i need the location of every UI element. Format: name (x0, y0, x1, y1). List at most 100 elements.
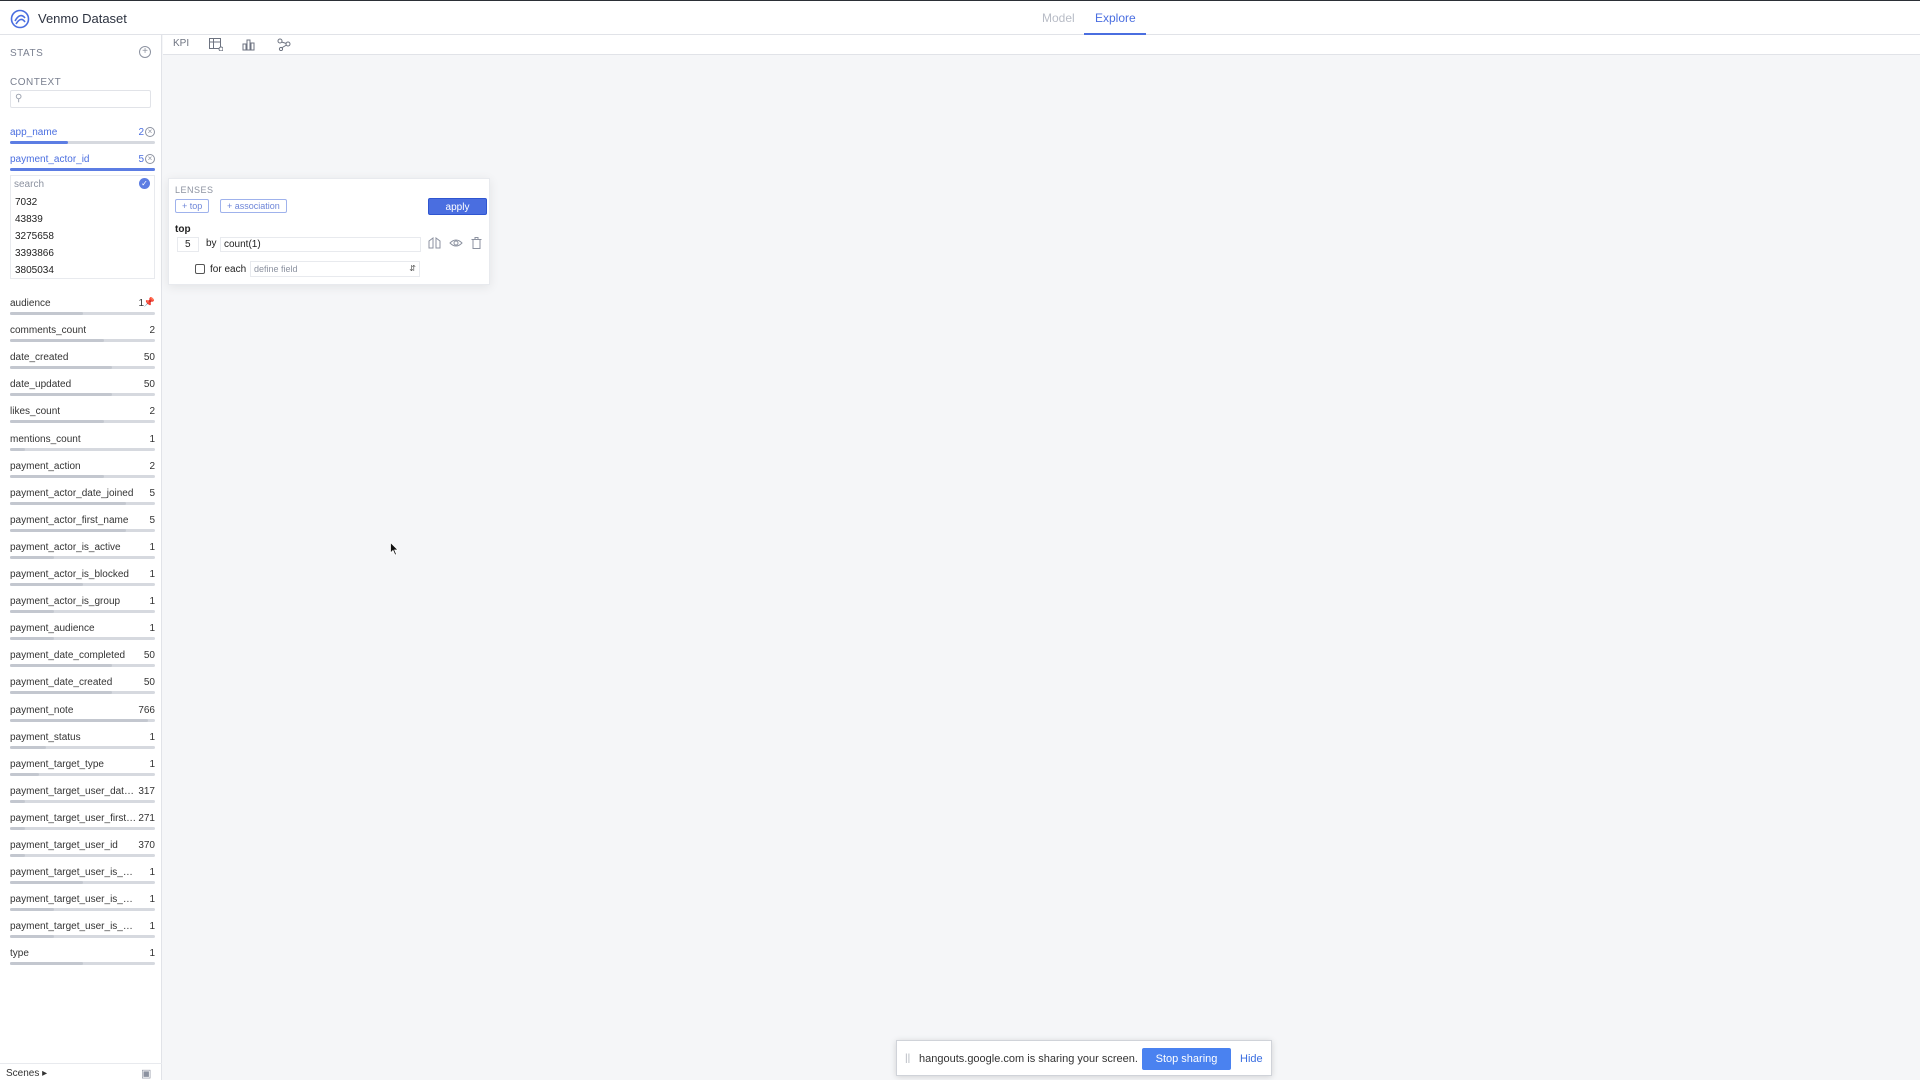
field-row[interactable]: payment_note 766 (10, 705, 155, 727)
field-distribution-fill (10, 691, 112, 695)
app-logo-icon[interactable] (10, 9, 30, 29)
screen-share-bar: || hangouts.google.com is sharing your s… (896, 1040, 1272, 1076)
for-each-checkbox[interactable] (195, 264, 205, 274)
field-row[interactable]: payment_target_user_is_block... 1 (10, 894, 155, 916)
field-row[interactable]: likes_count 2 (10, 406, 155, 428)
kpi-icon[interactable]: KPI (173, 38, 189, 49)
field-count: 5 (149, 514, 155, 526)
trash-icon[interactable] (471, 237, 482, 249)
field-distribution-fill (10, 664, 112, 668)
field-row[interactable]: payment_audience 1 (10, 623, 155, 645)
apply-button[interactable]: apply (428, 198, 487, 215)
field-row[interactable]: payment_actor_is_blocked 1 (10, 569, 155, 591)
field-distribution-fill (10, 637, 54, 641)
field-row[interactable]: payment_target_user_id 370 (10, 840, 155, 862)
field-row[interactable]: payment_actor_date_joined 5 (10, 488, 155, 510)
top-count-input[interactable]: 5 (177, 237, 199, 252)
share-message: hangouts.google.com is sharing your scre… (919, 1053, 1138, 1065)
field-row[interactable]: payment_target_user_date_... 317 (10, 786, 155, 808)
visibility-icon[interactable] (449, 237, 463, 249)
context-field-row[interactable]: payment_actor_id 5 × (10, 154, 155, 176)
field-name: payment_target_user_id (10, 840, 118, 851)
field-count: 1 (149, 867, 155, 879)
field-distribution-fill (10, 881, 83, 885)
field-row[interactable]: payment_actor_is_group 1 (10, 596, 155, 618)
scenes-toggle[interactable]: Scenes ▸ (6, 1068, 47, 1079)
field-row[interactable]: payment_action 2 (10, 461, 155, 483)
field-row[interactable]: comments_count 2 (10, 325, 155, 347)
field-distribution-bar (10, 501, 155, 505)
field-values-panel: search ✓ 7032 43839 3275658 3393866 3805034 (10, 175, 155, 279)
field-distribution-fill (10, 935, 54, 939)
field-row[interactable]: payment_target_user_first_... 271 (10, 813, 155, 835)
drag-handle-icon[interactable]: || (905, 1053, 910, 1064)
pin-icon[interactable]: 📌 (144, 297, 155, 308)
field-value-item[interactable]: 3275658 (15, 231, 54, 242)
field-row[interactable]: payment_target_user_is_group 1 (10, 921, 155, 943)
context-search-input[interactable]: ⚲ (10, 90, 151, 108)
field-name: date_updated (10, 379, 72, 391)
field-count: 1 (149, 948, 155, 960)
camera-icon[interactable]: ▣ (141, 1067, 151, 1080)
field-distribution-fill (10, 718, 148, 722)
add-association-lens-button[interactable]: + association (220, 199, 287, 213)
flip-icon[interactable] (428, 237, 441, 249)
hide-button[interactable]: Hide (1240, 1053, 1263, 1065)
field-row[interactable]: payment_actor_first_name 5 (10, 515, 155, 537)
values-search-icon[interactable]: ✓ (139, 178, 150, 189)
for-each-label: for each (210, 264, 247, 275)
field-count: 271 (138, 812, 155, 824)
field-distribution-fill (10, 555, 54, 559)
sidebar: STATS + CONTEXT ⚲ app_name 2 × payment_acto… (0, 35, 162, 1080)
bar-chart-icon[interactable] (242, 38, 256, 51)
field-row[interactable]: payment_actor_is_active 1 (10, 542, 155, 564)
remove-context-icon[interactable]: × (145, 127, 155, 137)
stop-sharing-button[interactable]: Stop sharing (1142, 1048, 1231, 1070)
field-distribution-bar (10, 583, 155, 586)
table-icon[interactable] (209, 38, 223, 51)
field-row[interactable]: payment_date_created 50 (10, 677, 155, 699)
field-distribution-bar (10, 555, 155, 559)
app-title: Venmo Dataset (38, 11, 127, 26)
add-top-lens-button[interactable]: + top (175, 199, 210, 213)
remove-context-icon[interactable]: × (145, 154, 155, 164)
field-count: 5 (149, 487, 155, 499)
field-name: payment_actor_date_joined (10, 487, 134, 499)
field-distribution-fill (10, 772, 39, 776)
add-stat-icon[interactable]: + (139, 46, 151, 58)
field-distribution-bar (10, 420, 155, 424)
field-row[interactable]: date_created 50 (10, 352, 155, 374)
field-row[interactable]: payment_date_completed 50 (10, 650, 155, 672)
field-count: 1 (149, 569, 155, 580)
by-field-input[interactable]: count(1) (220, 237, 421, 252)
define-field-select[interactable]: define field ⇵ (250, 261, 420, 277)
field-distribution-bar (10, 141, 155, 144)
field-row[interactable]: payment_status 1 (10, 732, 155, 754)
field-row[interactable]: date_updated 50 (10, 379, 155, 401)
graph-icon[interactable] (277, 38, 291, 51)
field-row[interactable]: type 1 (10, 948, 155, 970)
field-distribution-fill (10, 366, 112, 370)
field-distribution-bar (10, 447, 155, 451)
tab-model[interactable]: Model (1042, 11, 1075, 35)
field-distribution-bar (10, 637, 155, 641)
field-value-item[interactable]: 3805034 (15, 265, 54, 276)
field-value-item[interactable]: 43839 (15, 214, 43, 225)
field-name: audience (10, 298, 51, 309)
field-row[interactable]: payment_target_user_is_active 1 (10, 867, 155, 889)
values-search-input[interactable]: search (14, 179, 44, 190)
field-value-item[interactable]: 7032 (15, 197, 37, 208)
field-count: 50 (143, 677, 155, 689)
field-name: likes_count (10, 406, 61, 418)
top-bar: Venmo Dataset Model Explore (0, 0, 1920, 35)
context-field-row[interactable]: app_name 2 × (10, 127, 155, 149)
field-row[interactable]: mentions_count 1 (10, 434, 155, 456)
field-row[interactable]: audience 1 📌 (10, 297, 155, 320)
field-name: payment_target_user_is_active (10, 867, 138, 879)
field-name: payment_target_user_date_... (10, 785, 138, 797)
lenses-panel: LENSES + top + association apply top 5 b… (168, 178, 490, 285)
field-value-item[interactable]: 3393866 (15, 248, 54, 259)
tab-explore[interactable]: Explore (1095, 11, 1136, 35)
field-name: payment_action (10, 460, 81, 472)
field-row[interactable]: payment_target_type 1 (10, 759, 155, 781)
